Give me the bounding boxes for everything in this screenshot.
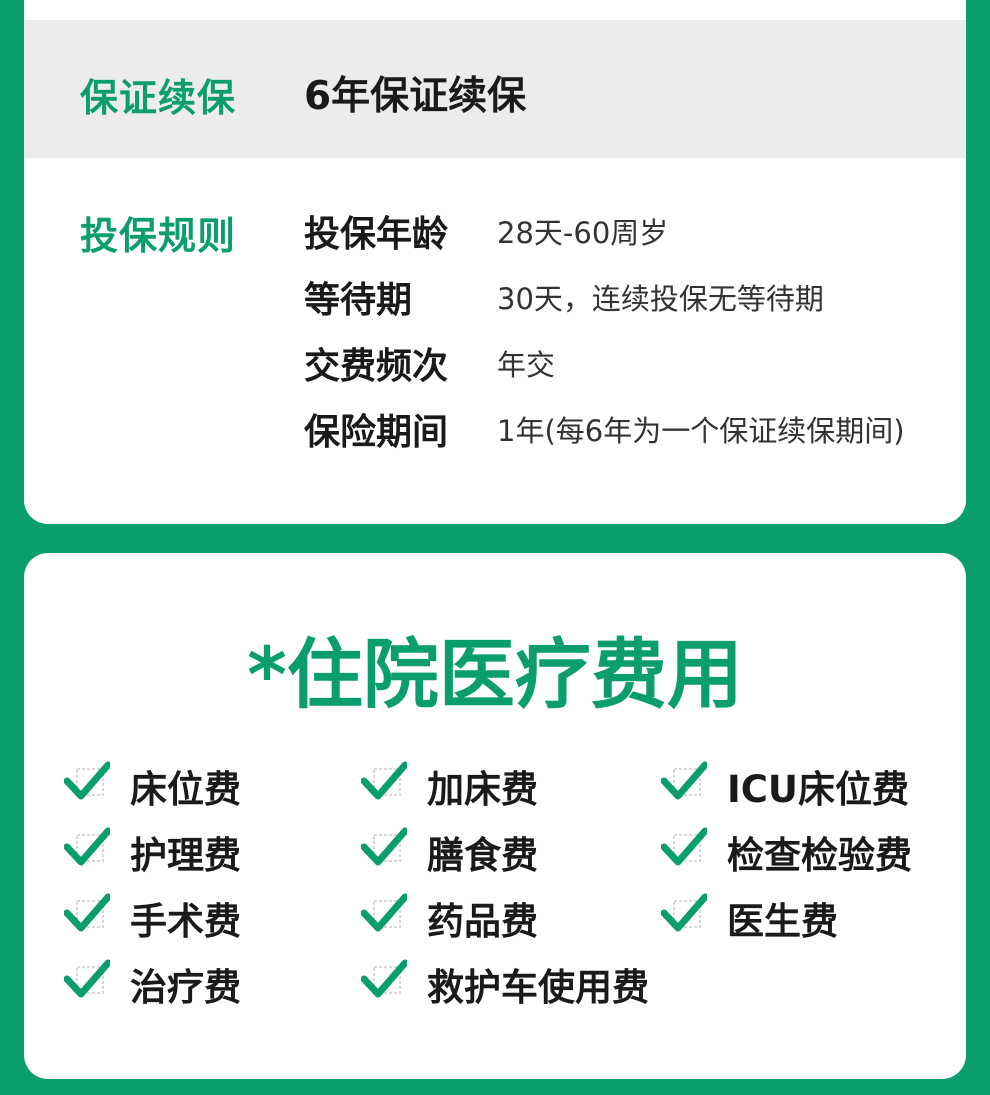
coverage-item-label: 手术费 [130, 900, 241, 943]
coverage-item-label: 加床费 [427, 768, 538, 811]
rules-label: 投保规则 [80, 214, 237, 258]
coverage-item-label: 救护车使用费 [427, 966, 649, 1009]
coverage-item-label: 治疗费 [130, 966, 241, 1009]
check-icon [63, 759, 112, 803]
check-icon [660, 759, 709, 803]
coverage-item-label: 床位费 [130, 768, 241, 811]
check-icon [63, 957, 112, 1001]
rule-key: 保险期间 [304, 412, 449, 453]
rule-value: 30天，连续投保无等待期 [497, 282, 824, 316]
page: { "renewal": { "label": "保证续保", "value":… [0, 0, 990, 1095]
coverage-item-label: 护理费 [130, 834, 241, 877]
rule-value: 1年(每6年为一个保证续保期间) [497, 414, 905, 448]
coverage-card: *住院医疗费用 床位费 加床费 ICU床位费护理费 膳食费 检查检验费手术费 药品费 医生费… [24, 553, 966, 1079]
coverage-title: *住院医疗费用 [247, 630, 743, 719]
coverage-item-label: 药品费 [427, 900, 538, 943]
coverage-item-label: 检查检验费 [727, 834, 912, 877]
check-icon [360, 759, 409, 803]
check-icon [660, 825, 709, 869]
coverage-item-label: 膳食费 [427, 834, 538, 877]
rule-value: 28天-60周岁 [497, 216, 669, 250]
renewal-row: 保证续保 6年保证续保 [24, 20, 966, 158]
check-icon [63, 891, 112, 935]
coverage-item-label: ICU床位费 [727, 768, 909, 811]
check-icon [360, 825, 409, 869]
rule-key: 投保年龄 [304, 214, 449, 255]
policy-info-card: 保证续保 6年保证续保 投保规则 投保年龄 28天-60周岁 等待期 30天，连… [24, 0, 966, 524]
rule-key: 交费频次 [304, 346, 449, 387]
rule-value: 年交 [497, 348, 556, 382]
renewal-value: 6年保证续保 [304, 74, 527, 119]
renewal-label: 保证续保 [80, 76, 237, 120]
check-icon [360, 957, 409, 1001]
rule-key: 等待期 [304, 280, 413, 321]
check-icon [660, 891, 709, 935]
check-icon [360, 891, 409, 935]
check-icon [63, 825, 112, 869]
coverage-item-label: 医生费 [727, 900, 838, 943]
